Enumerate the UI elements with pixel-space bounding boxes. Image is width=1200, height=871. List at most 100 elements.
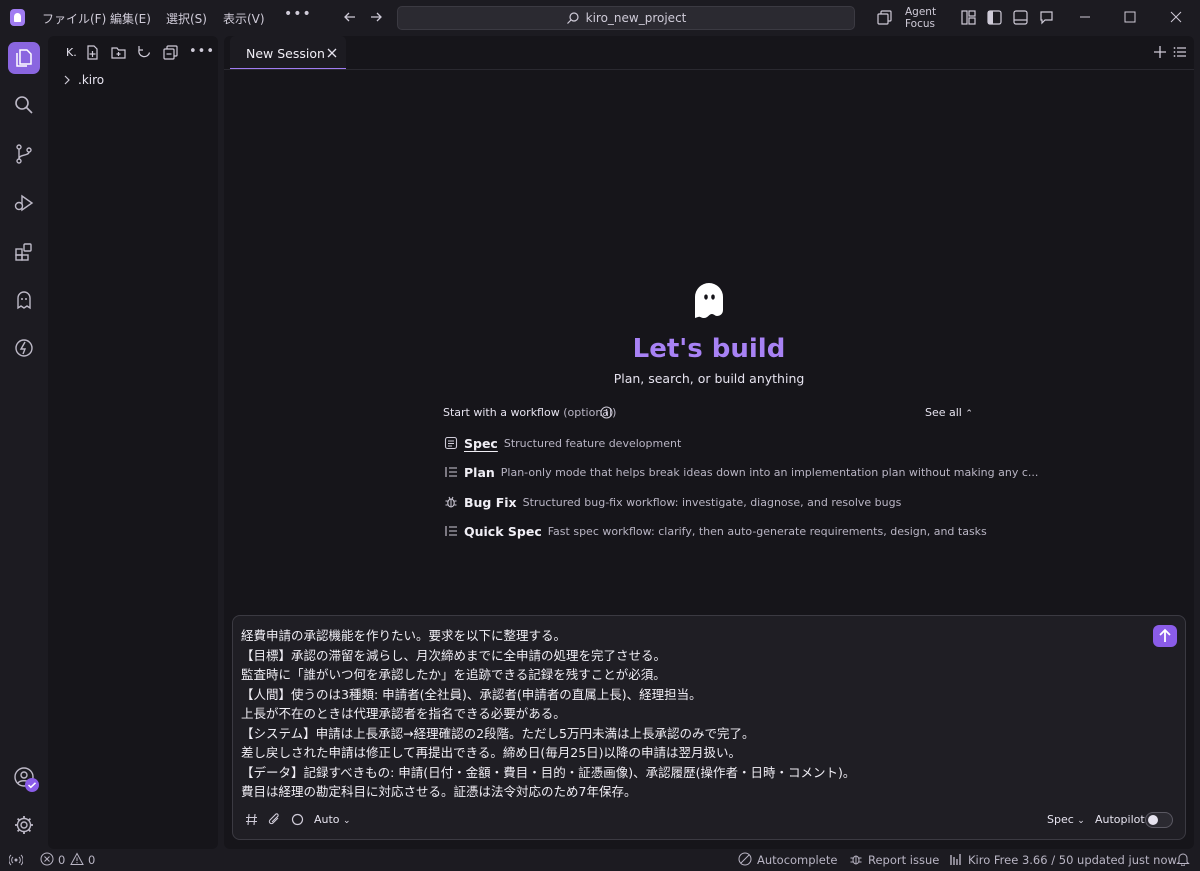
agent-focus-label[interactable]: Agent Focus: [905, 6, 936, 30]
model-circle-icon[interactable]: [290, 812, 305, 827]
autopilot-toggle-knob: [1148, 815, 1158, 825]
settings-gear-icon[interactable]: [12, 813, 36, 837]
search-box-text: kiro_new_project: [585, 11, 687, 25]
tab-bar-divider: [224, 69, 1194, 70]
arrow-up-icon: [1159, 628, 1171, 642]
usage-bars-icon[interactable]: [949, 852, 963, 866]
error-count[interactable]: 0: [58, 853, 65, 867]
search-icon: [566, 12, 579, 24]
report-issue-link[interactable]: Report issue: [868, 853, 939, 867]
spec-select-value: Spec: [1047, 813, 1074, 826]
agent-focus-line1: Agent: [905, 6, 937, 18]
prompt-line: 【目標】承認の滞留を減らし、月次締めまでに全申請の処理を完了させる。: [241, 647, 667, 663]
prompt-line: 差し戻しされた申請は修正して再提出できる。締め日(毎月25日)以降の申請は翌月扱…: [241, 745, 742, 760]
new-file-icon[interactable]: [84, 44, 101, 61]
menu-edit[interactable]: 編集(E): [110, 10, 151, 27]
workflow-name: Quick Spec: [464, 523, 542, 539]
kiro-ghost-icon[interactable]: [12, 288, 36, 312]
workflow-item-bug-fix[interactable]: Bug Fix Structured bug-fix workflow: inv…: [444, 493, 901, 511]
explorer-panel: [48, 36, 218, 849]
agent-focus-icon[interactable]: [876, 9, 893, 26]
autopilot-label: Autopilot: [1095, 813, 1145, 826]
autocomplete-status[interactable]: Autocomplete: [757, 853, 837, 867]
layout-icon[interactable]: [960, 9, 977, 26]
workflow-start-label: Start with a workflow (optional): [443, 406, 616, 419]
session-list-icon[interactable]: [1173, 45, 1187, 59]
workflow-desc: Structured feature development: [503, 436, 682, 450]
warning-icon[interactable]: [70, 852, 84, 866]
toggle-panel-icon[interactable]: [1012, 9, 1029, 26]
workflow-start-text: Start with a workflow: [443, 406, 560, 419]
prompt-line: 【システム】申請は上長承認→経理確認の2段階。ただし5万円未満は上長承認のみで完…: [241, 725, 755, 741]
prompt-line: 経費申請の承認機能を作りたい。要求を以下に整理する。: [241, 628, 567, 643]
bug-icon: [445, 496, 457, 508]
command-search-box[interactable]: kiro_new_project: [397, 6, 855, 30]
maximize-icon[interactable]: [1121, 8, 1139, 26]
error-icon[interactable]: [40, 852, 54, 866]
explorer-title: K.: [66, 46, 77, 59]
menu-selection[interactable]: 選択(S): [166, 10, 207, 27]
agent-focus-line2: Focus: [905, 18, 935, 30]
collapse-all-icon[interactable]: [162, 44, 179, 61]
prompt-text[interactable]: 経費申請の承認機能を作りたい。要求を以下に整理する。 【目標】承認の滞留を減らし…: [241, 626, 1141, 802]
account-verified-badge-icon: [25, 778, 39, 792]
workflow-name: Spec: [464, 435, 498, 451]
prompt-line: 上長が不在のときは代理承認者を指名できる必要がある。: [241, 706, 566, 721]
run-debug-icon[interactable]: [12, 191, 36, 215]
workflow-item-spec[interactable]: Spec Structured feature development: [444, 434, 681, 452]
refresh-icon[interactable]: [136, 44, 153, 61]
add-session-icon[interactable]: [1153, 45, 1167, 59]
warning-count[interactable]: 0: [88, 853, 95, 867]
model-select-value: Auto: [314, 813, 340, 826]
workflow-item-quick-spec[interactable]: Quick Spec Fast spec workflow: clarify, …: [444, 522, 987, 540]
source-control-icon[interactable]: [12, 142, 36, 166]
app-logo-icon: [10, 9, 25, 26]
send-button[interactable]: [1153, 625, 1177, 647]
toggle-sidebar-icon[interactable]: [986, 9, 1003, 26]
see-all-button[interactable]: See all ⌃: [925, 406, 973, 419]
search-activity-icon[interactable]: [12, 93, 36, 117]
attach-paperclip-icon[interactable]: [267, 812, 282, 827]
plan-usage-status[interactable]: Kiro Free 3.66 / 50 updated just now: [968, 853, 1177, 867]
info-icon[interactable]: [600, 406, 613, 419]
report-bug-icon[interactable]: [849, 852, 863, 866]
list-icon: [445, 467, 457, 477]
menu-view[interactable]: 表示(V): [223, 10, 265, 27]
prompt-line: 【人間】使うのは3種類: 申請者(全社員)、承認者(申請者の直属上長)、経理担当…: [241, 686, 702, 702]
back-arrow-icon[interactable]: [342, 9, 358, 25]
spec-mode-select[interactable]: Spec ⌄: [1047, 813, 1085, 826]
menu-file[interactable]: ファイル(F): [42, 10, 106, 27]
notifications-bell-icon[interactable]: [1176, 852, 1190, 866]
menu-more-button[interactable]: •••: [284, 6, 312, 22]
close-window-icon[interactable]: [1167, 8, 1185, 26]
see-all-label: See all: [925, 406, 962, 419]
chevron-right-icon[interactable]: [62, 75, 72, 85]
minimize-icon[interactable]: [1076, 8, 1094, 26]
forward-arrow-icon[interactable]: [368, 9, 384, 25]
remote-broadcast-icon[interactable]: [9, 852, 23, 866]
workflow-desc: Structured bug-fix workflow: investigate…: [522, 495, 902, 509]
prompt-line: 監査時に「誰がいつ何を承認したか」を追跡できる記録を残すことが必須。: [241, 667, 666, 682]
hero-subtitle: Plan, search, or build anything: [613, 371, 805, 386]
document-icon: [444, 436, 458, 450]
tree-folder-kiro[interactable]: .kiro: [78, 73, 104, 87]
close-tab-icon[interactable]: [326, 47, 338, 59]
prompt-line: 費目は経理の勘定科目に対応させる。証憑は法令対応のため7年保存。: [241, 784, 637, 799]
workflow-name: Plan: [464, 464, 495, 480]
chat-icon[interactable]: [1038, 9, 1055, 26]
workflow-item-plan[interactable]: Plan Plan-only mode that helps break ide…: [444, 463, 1038, 481]
new-folder-icon[interactable]: [110, 44, 127, 61]
workflow-desc: Plan-only mode that helps break ideas do…: [500, 465, 1039, 479]
workflow-name: Bug Fix: [464, 494, 517, 510]
hero-title: Let's build: [632, 334, 786, 364]
list-icon: [445, 526, 457, 536]
autocomplete-disabled-icon[interactable]: [738, 852, 752, 866]
hashtag-context-icon[interactable]: [244, 812, 259, 827]
explorer-more-button[interactable]: •••: [189, 44, 215, 59]
model-select[interactable]: Auto ⌄: [314, 813, 351, 826]
chevron-down-icon: ⌄: [1077, 816, 1085, 826]
chevron-up-icon: ⌃: [965, 409, 973, 419]
explorer-files-icon[interactable]: [12, 46, 36, 70]
workflow-desc: Fast spec workflow: clarify, then auto-g…: [547, 524, 987, 538]
extensions-icon[interactable]: [12, 240, 36, 264]
